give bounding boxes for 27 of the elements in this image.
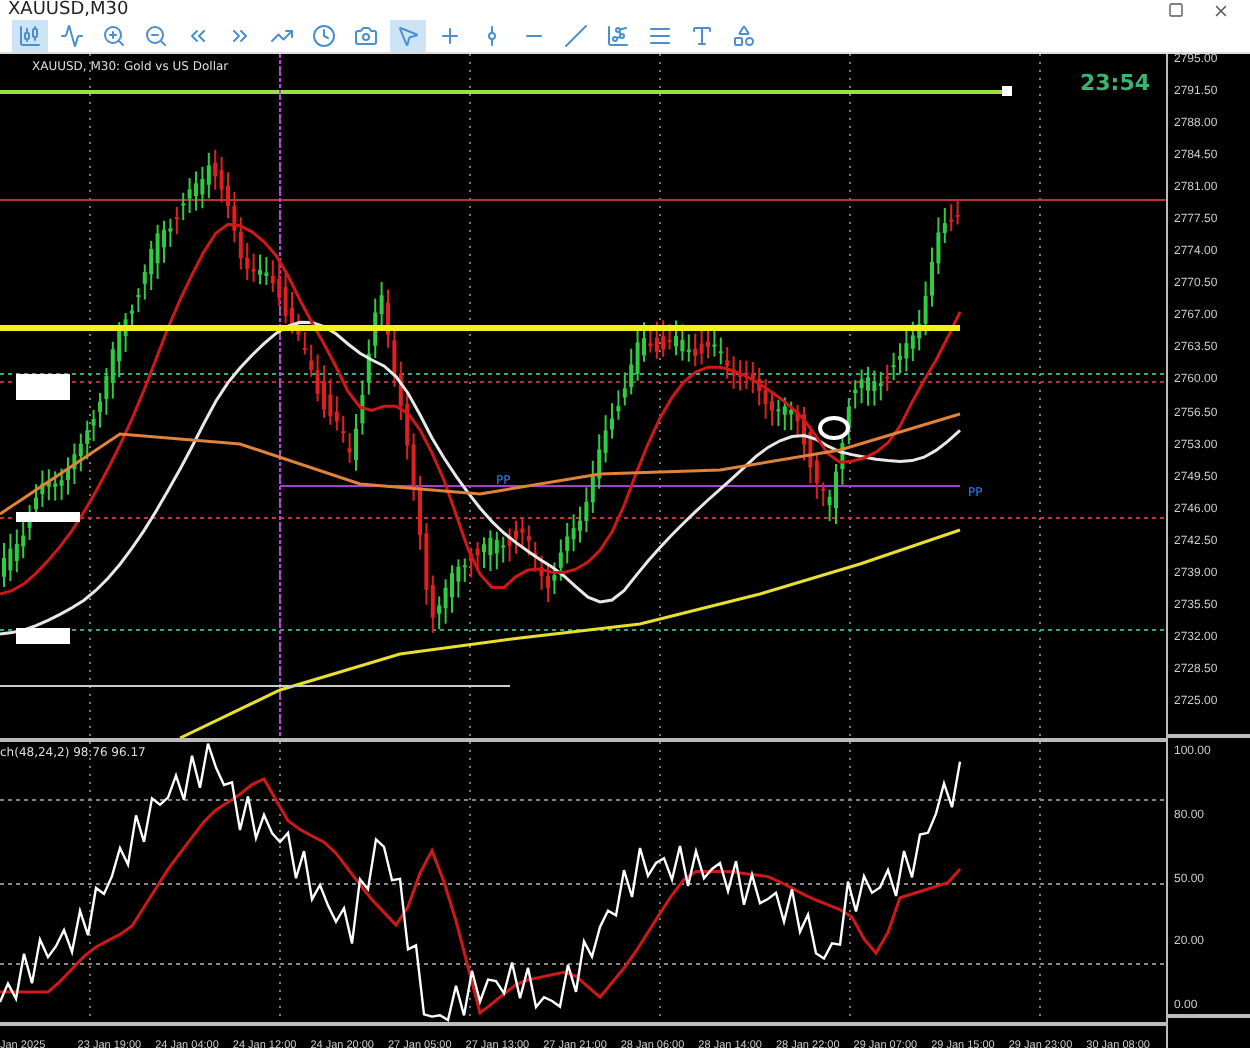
- crosshair-icon: [438, 24, 462, 48]
- shapes-icon: [732, 24, 756, 48]
- cursor-icon: [396, 24, 420, 48]
- double-chevron-icon: [186, 24, 210, 48]
- zoom-in-icon: [102, 24, 126, 48]
- channel-icon: [606, 24, 630, 48]
- clock-icon: [312, 24, 336, 48]
- lines-icon: [648, 24, 672, 48]
- note-tag: [16, 512, 80, 522]
- window-title: XAUUSD,M30: [8, 0, 131, 20]
- ellipse-marker: [818, 416, 850, 440]
- trend-icon: [270, 24, 294, 48]
- level-line[interactable]: [0, 86, 1012, 96]
- line-chart-icon: [60, 24, 84, 48]
- trend-line-icon: [564, 24, 588, 48]
- camera-icon: [354, 24, 378, 48]
- note-tag: [16, 374, 70, 400]
- note-tag: [16, 628, 70, 644]
- cursor-button[interactable]: [390, 20, 426, 52]
- maximize-icon[interactable]: [1168, 1, 1184, 17]
- candlestick-button[interactable]: [12, 20, 48, 52]
- zoom-out-icon: [144, 24, 168, 48]
- candlestick-icon: [18, 24, 42, 48]
- text-icon: [690, 24, 714, 48]
- double-chevron-icon: [228, 24, 252, 48]
- close-icon[interactable]: [1212, 1, 1230, 19]
- countdown-timer: 23:54: [1080, 70, 1151, 96]
